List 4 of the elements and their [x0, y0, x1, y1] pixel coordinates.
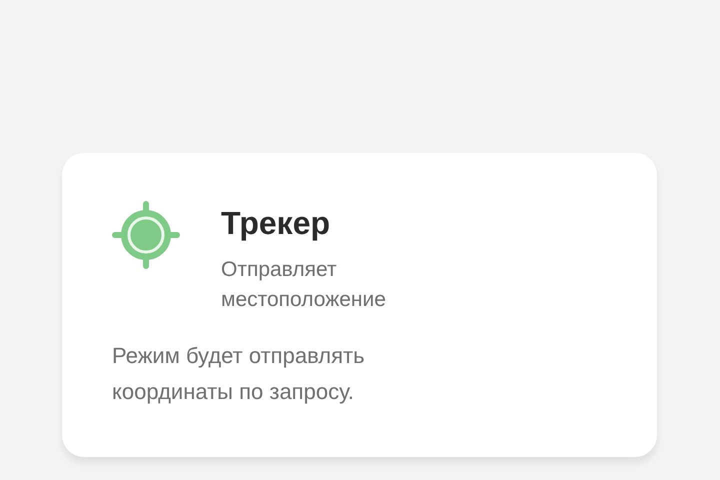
card-description: Режим будет отправлять координаты по запросу.	[112, 342, 366, 406]
location-target-icon	[112, 201, 180, 269]
card-title: Трекер	[221, 204, 332, 243]
card-subtitle: Отправляет местоположение	[221, 257, 387, 313]
